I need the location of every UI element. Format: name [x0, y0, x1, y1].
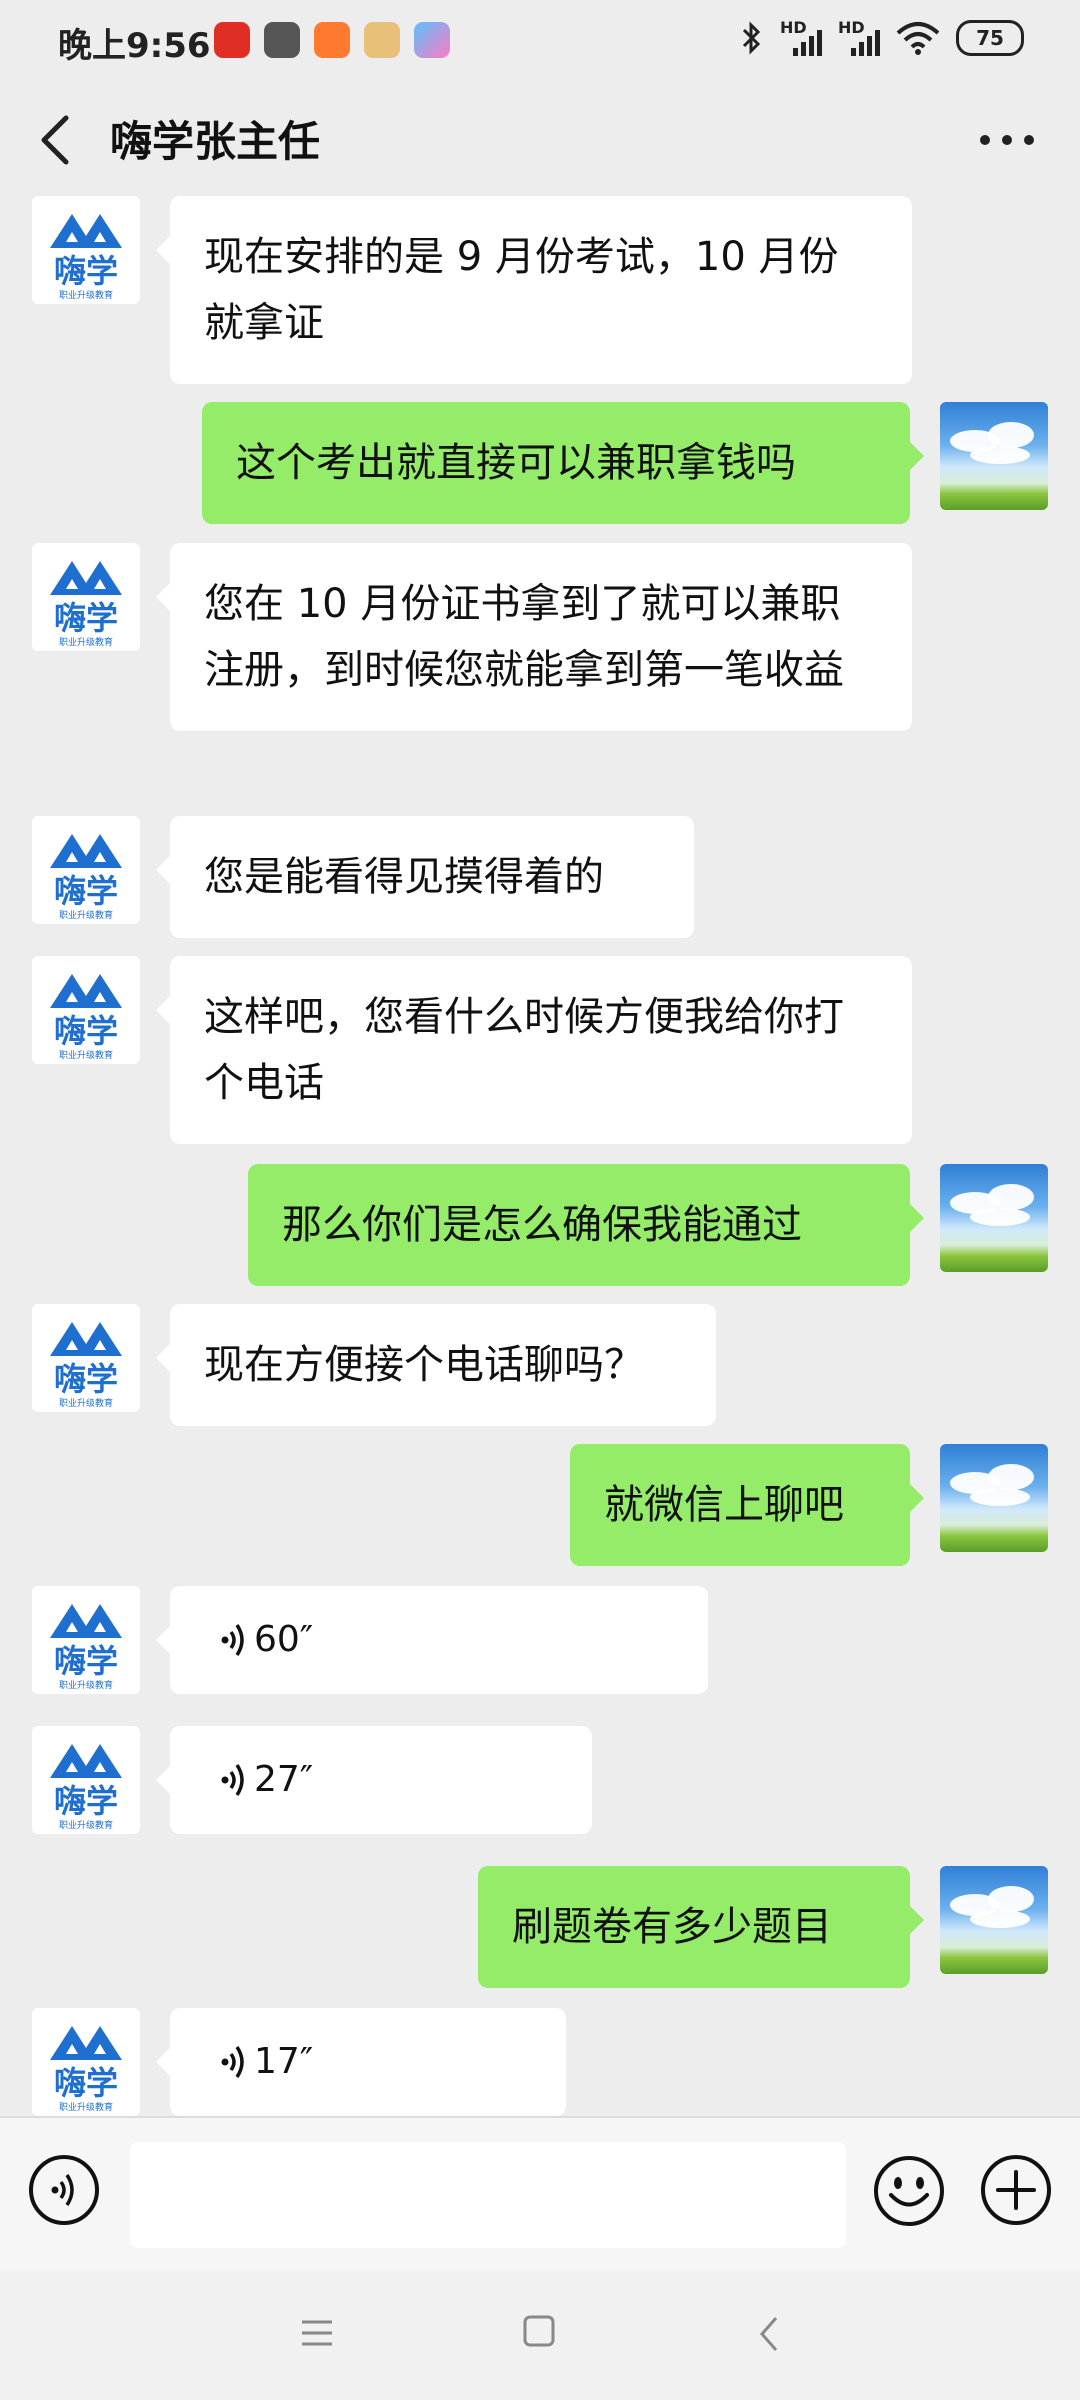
gamepad-icon: [414, 22, 450, 58]
logo-subtext: 职业升级教育: [59, 636, 113, 648]
battery-indicator: 75: [956, 20, 1024, 56]
message-bubble[interactable]: 现在方便接个电话聊吗？: [156, 1304, 716, 1426]
voice-wave-icon: [221, 1764, 244, 1796]
haixue-logo-icon: 嗨学 职业升级教育: [50, 214, 122, 301]
avatar[interactable]: 嗨学 职业升级教育: [32, 543, 140, 651]
mi-icon: [264, 22, 300, 58]
haixue-logo-icon: 嗨学 职业升级教育: [50, 1604, 122, 1691]
message-text: 就微信上聊吧: [604, 1482, 844, 1528]
message-list[interactable]: 嗨学 职业升级教育 现在安排的是 9 月份考试，10 月份就拿证 这个考出就直接…: [0, 196, 1080, 2116]
voice-message-bubble[interactable]: 60″: [156, 1586, 708, 1694]
message-bubble[interactable]: 您是能看得见摸得着的: [156, 816, 694, 938]
logo-text: 嗨学: [54, 2064, 118, 2102]
message-text: 您是能看得见摸得着的: [204, 854, 604, 900]
message-bubble[interactable]: 这样吧，您看什么时候方便我给你打个电话: [156, 956, 912, 1144]
pinduoduo-icon: [214, 22, 250, 58]
haixue-logo-icon: 嗨学 职业升级教育: [50, 2026, 122, 2113]
logo-subtext: 职业升级教育: [59, 1679, 113, 1691]
logo-text: 嗨学: [54, 1782, 118, 1820]
haixue-logo-icon: 嗨学 职业升级教育: [50, 561, 122, 648]
message-bubble[interactable]: 现在安排的是 9 月份考试，10 月份就拿证: [156, 196, 912, 384]
logo-text: 嗨学: [54, 1642, 118, 1680]
game-center-icon: [364, 22, 400, 58]
back-icon[interactable]: [756, 2314, 782, 2354]
voice-input-icon[interactable]: [28, 2154, 100, 2226]
status-indicators: HD HD 75: [740, 20, 1024, 56]
avatar[interactable]: [940, 402, 1048, 510]
voice-wave-icon: [221, 1624, 244, 1656]
message-text: 那么你们是怎么确保我能通过: [282, 1202, 802, 1248]
logo-text: 嗨学: [54, 1360, 118, 1398]
status-bar: 晚上9:56 HD HD 75: [0, 0, 1080, 84]
message-bubble[interactable]: 您在 10 月份证书拿到了就可以兼职注册，到时候您就能拿到第一笔收益: [156, 543, 912, 731]
avatar[interactable]: [940, 1444, 1048, 1552]
logo-text: 嗨学: [54, 872, 118, 910]
haixue-logo-icon: 嗨学 职业升级教育: [50, 834, 122, 921]
haixue-logo-icon: 嗨学 职业升级教育: [50, 1322, 122, 1409]
message-bubble[interactable]: 就微信上聊吧: [570, 1444, 924, 1566]
orange-app-icon: [314, 22, 350, 58]
menu-icon[interactable]: [300, 2318, 334, 2348]
voice-message-bubble[interactable]: 27″: [156, 1726, 592, 1834]
avatar[interactable]: 嗨学 职业升级教育: [32, 1304, 140, 1412]
more-dots-icon[interactable]: [980, 126, 1040, 154]
message-text: 现在安排的是 9 月份考试，10 月份就拿证: [204, 234, 839, 346]
avatar[interactable]: [940, 1164, 1048, 1272]
logo-subtext: 职业升级教育: [59, 289, 113, 301]
notification-icons: [214, 22, 450, 58]
chevron-left-icon[interactable]: [32, 112, 82, 168]
avatar[interactable]: 嗨学 职业升级教育: [32, 816, 140, 924]
logo-subtext: 职业升级教育: [59, 909, 113, 921]
logo-text: 嗨学: [54, 252, 118, 290]
wifi-icon: [896, 22, 940, 55]
logo-subtext: 职业升级教育: [59, 1049, 113, 1061]
input-bar: [0, 2116, 1080, 2272]
voice-duration: 27″: [254, 1759, 314, 1800]
message-text: 刷题卷有多少题目: [512, 1904, 832, 1950]
haixue-logo-icon: 嗨学 职业升级教育: [50, 1744, 122, 1831]
home-icon[interactable]: [522, 2314, 556, 2348]
status-time: 晚上9:56: [58, 26, 211, 66]
voice-message-bubble[interactable]: 17″: [156, 2008, 566, 2116]
voice-duration: 60″: [254, 1619, 314, 1660]
signal-1-icon: HD: [780, 20, 822, 56]
chat-title: 嗨学张主任: [110, 117, 321, 166]
message-text: 这样吧，您看什么时候方便我给你打个电话: [204, 994, 844, 1106]
haixue-logo-icon: 嗨学 职业升级教育: [50, 974, 122, 1061]
voice-wave-icon: [221, 2046, 244, 2078]
message-text: 您在 10 月份证书拿到了就可以兼职注册，到时候您就能拿到第一笔收益: [204, 581, 844, 693]
voice-duration: 17″: [254, 2041, 314, 2082]
avatar[interactable]: [940, 1866, 1048, 1974]
emoji-icon[interactable]: [872, 2154, 946, 2228]
logo-subtext: 职业升级教育: [59, 1397, 113, 1409]
signal-2-icon: HD: [838, 20, 880, 56]
message-input[interactable]: [130, 2142, 846, 2248]
avatar[interactable]: 嗨学 职业升级教育: [32, 2008, 140, 2116]
avatar[interactable]: 嗨学 职业升级教育: [32, 1726, 140, 1834]
avatar[interactable]: 嗨学 职业升级教育: [32, 1586, 140, 1694]
plus-icon[interactable]: [980, 2154, 1052, 2226]
bluetooth-icon: [742, 21, 761, 55]
avatar[interactable]: 嗨学 职业升级教育: [32, 956, 140, 1064]
message-text: 这个考出就直接可以兼职拿钱吗: [236, 440, 796, 486]
message-bubble[interactable]: 那么你们是怎么确保我能通过: [248, 1164, 924, 1286]
system-nav-bar: [0, 2270, 1080, 2400]
logo-subtext: 职业升级教育: [59, 1819, 113, 1831]
logo-subtext: 职业升级教育: [59, 2101, 113, 2113]
message-text: 现在方便接个电话聊吗？: [204, 1342, 644, 1388]
avatar[interactable]: 嗨学 职业升级教育: [32, 196, 140, 304]
message-bubble[interactable]: 这个考出就直接可以兼职拿钱吗: [202, 402, 924, 524]
message-bubble[interactable]: 刷题卷有多少题目: [478, 1866, 924, 1988]
logo-text: 嗨学: [54, 1012, 118, 1050]
logo-text: 嗨学: [54, 599, 118, 637]
chat-header: 嗨学张主任: [0, 84, 1080, 196]
